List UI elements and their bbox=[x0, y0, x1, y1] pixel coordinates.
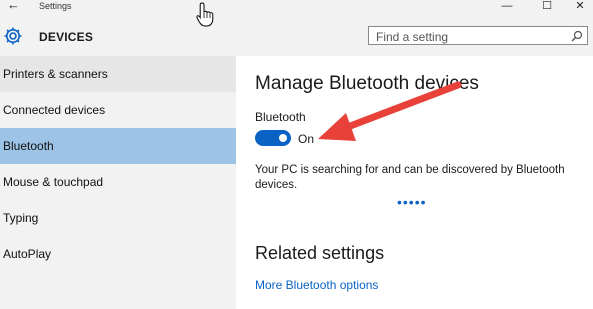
maximize-button[interactable]: ☐ bbox=[537, 0, 557, 13]
main-content: Manage Bluetooth devices Bluetooth On Yo… bbox=[236, 56, 593, 309]
related-settings-heading: Related settings bbox=[255, 243, 385, 263]
close-button[interactable]: ✕ bbox=[570, 0, 590, 13]
toggle-state-label: On bbox=[298, 132, 315, 146]
sidebar: Printers & scanners Connected devices Bl… bbox=[0, 56, 236, 309]
search-icon[interactable] bbox=[571, 30, 583, 42]
bluetooth-toggle[interactable] bbox=[255, 130, 291, 146]
more-bluetooth-options-link[interactable]: More Bluetooth options bbox=[255, 278, 378, 292]
minimize-button[interactable]: — bbox=[497, 0, 517, 13]
header: DEVICES Find a setting bbox=[0, 14, 593, 56]
section-title: DEVICES bbox=[39, 30, 94, 44]
bluetooth-status-text: Your PC is searching for and can be disc… bbox=[255, 164, 565, 191]
toggle-knob bbox=[279, 134, 287, 142]
sidebar-item-mouse-touchpad[interactable]: Mouse & touchpad bbox=[0, 164, 236, 200]
sidebar-item-autoplay[interactable]: AutoPlay bbox=[0, 236, 236, 272]
bluetooth-label: Bluetooth bbox=[255, 110, 306, 124]
sidebar-item-connected-devices[interactable]: Connected devices bbox=[0, 92, 236, 128]
title-bar: ← Settings — ☐ ✕ bbox=[0, 0, 593, 14]
sidebar-item-bluetooth[interactable]: Bluetooth bbox=[0, 128, 236, 164]
search-input[interactable]: Find a setting bbox=[368, 26, 588, 45]
sidebar-item-typing[interactable]: Typing bbox=[0, 200, 236, 236]
search-placeholder: Find a setting bbox=[376, 30, 449, 44]
back-button[interactable]: ← bbox=[7, 0, 20, 13]
searching-progress-dots: ••••• bbox=[397, 194, 427, 210]
sidebar-item-printers-scanners[interactable]: Printers & scanners bbox=[0, 56, 236, 92]
page-title: Manage Bluetooth devices bbox=[255, 73, 479, 94]
hand-cursor-icon bbox=[196, 2, 214, 27]
gear-icon bbox=[4, 27, 22, 45]
window-title: Settings bbox=[39, 1, 72, 11]
